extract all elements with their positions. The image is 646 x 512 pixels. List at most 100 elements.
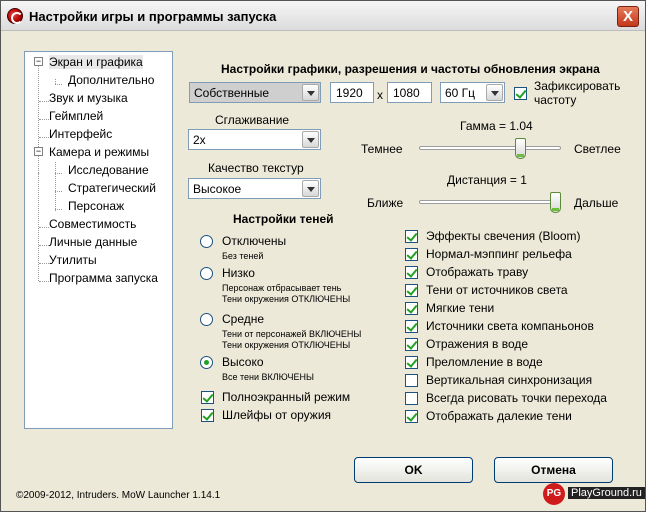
shadow-off-radio[interactable]: [200, 235, 213, 248]
shadow-high-desc: Все тени ВКЛЮЧЕНЫ: [222, 372, 314, 382]
expand-collapse-icon[interactable]: −: [34, 147, 43, 156]
light-shadows-label[interactable]: Тени от источников света: [426, 283, 568, 297]
shadow-medium-desc: Тени окружения ОТКЛЮЧЕНЫ: [222, 340, 351, 350]
tree-item-label: Программа запуска: [49, 271, 158, 285]
version-footer: ©2009-2012, Intruders. MoW Launcher 1.14…: [16, 490, 221, 501]
expand-collapse-icon[interactable]: −: [34, 57, 43, 66]
site-watermark: PG PlayGround.ru: [543, 483, 645, 505]
title-bar[interactable]: Настройки игры и программы запуска X: [1, 1, 645, 31]
shadow-low-radio[interactable]: [200, 267, 213, 280]
close-button[interactable]: X: [617, 6, 639, 27]
distance-label: Дистанция = 1: [447, 173, 527, 187]
transition-points-label[interactable]: Всегда рисовать точки перехода: [426, 391, 607, 405]
tree-item-gameplay[interactable]: Геймплей: [49, 108, 103, 124]
distance-left-label: Ближе: [367, 196, 404, 210]
tree-item-sound-music[interactable]: Звук и музыка: [49, 90, 128, 106]
bloom-checkbox[interactable]: [405, 230, 418, 243]
chevron-down-icon[interactable]: [302, 131, 319, 148]
fullscreen-checkbox[interactable]: [201, 391, 214, 404]
window-title: Настройки игры и программы запуска: [29, 9, 277, 24]
water-refraction-label[interactable]: Преломление в воде: [426, 355, 543, 369]
normal-mapping-checkbox[interactable]: [405, 248, 418, 261]
tree-item-character[interactable]: Персонаж: [68, 198, 124, 214]
tree-item-label: Утилиты: [49, 253, 97, 267]
water-refraction-checkbox[interactable]: [405, 356, 418, 369]
water-reflections-checkbox[interactable]: [405, 338, 418, 351]
gamma-slider-handle[interactable]: [515, 138, 526, 159]
light-shadows-checkbox[interactable]: [405, 284, 418, 297]
shadow-high-radio[interactable]: [200, 356, 213, 369]
shadow-off-label[interactable]: Отключены: [222, 234, 286, 248]
tree-item-exploration[interactable]: Исследование: [68, 162, 149, 178]
lock-refresh-checkbox[interactable]: [514, 87, 527, 100]
antialiasing-value: 2x: [193, 133, 206, 147]
tree-item-label: Камера и режимы: [49, 145, 150, 159]
soft-shadows-checkbox[interactable]: [405, 302, 418, 315]
tree-item-label: Личные данные: [49, 235, 138, 249]
normal-mapping-label[interactable]: Нормал-мэппинг рельефа: [426, 247, 572, 261]
shadow-medium-label[interactable]: Средне: [222, 312, 264, 326]
vsync-checkbox[interactable]: [405, 374, 418, 387]
tree-item-personal-data[interactable]: Личные данные: [49, 234, 137, 250]
gamma-slider-track[interactable]: [419, 146, 561, 150]
tree-item-screen-graphics[interactable]: Экран и графика: [49, 54, 143, 70]
soft-shadows-label[interactable]: Мягкие тени: [426, 301, 494, 315]
gamma-right-label: Светлее: [574, 142, 621, 156]
bloom-label[interactable]: Эффекты свечения (Bloom): [426, 229, 581, 243]
companion-lights-label[interactable]: Источники света компаньонов: [426, 319, 594, 333]
distance-slider-track[interactable]: [419, 200, 561, 204]
tree-item-label: Интерфейс: [49, 127, 113, 141]
grass-label[interactable]: Отображать траву: [426, 265, 528, 279]
tree-item-label: Стратегический: [68, 181, 156, 195]
transition-points-checkbox[interactable]: [405, 392, 418, 405]
gamma-label: Гамма = 1.04: [460, 119, 533, 133]
water-reflections-label[interactable]: Отражения в воде: [426, 337, 528, 351]
fullscreen-label[interactable]: Полноэкранный режим: [222, 390, 350, 404]
companion-lights-checkbox[interactable]: [405, 320, 418, 333]
settings-window: Настройки игры и программы запуска X − Э…: [0, 0, 646, 512]
resolution-mode-select[interactable]: Собственные: [189, 82, 321, 103]
height-value: 1080: [393, 86, 420, 100]
tree-item-strategic[interactable]: Стратегический: [68, 180, 156, 196]
tree-item-label: Звук и музыка: [49, 91, 128, 105]
tree-item-advanced[interactable]: Дополнительно: [68, 72, 154, 88]
ok-button[interactable]: OK: [354, 457, 473, 483]
chevron-down-icon[interactable]: [486, 84, 503, 101]
shadow-high-label[interactable]: Высоко: [222, 355, 264, 369]
tree-item-utilities[interactable]: Утилиты: [49, 252, 97, 268]
chevron-down-icon[interactable]: [302, 180, 319, 197]
distance-right-label: Дальше: [574, 196, 619, 210]
height-input[interactable]: 1080: [387, 82, 432, 103]
cancel-button[interactable]: Отмена: [494, 457, 613, 483]
texture-quality-select[interactable]: Высокое: [188, 178, 321, 199]
refresh-rate-select[interactable]: 60 Гц: [440, 82, 505, 103]
weapon-trails-checkbox[interactable]: [201, 409, 214, 422]
settings-tree[interactable]: − Экран и графика Дополнительно Звук и м…: [24, 51, 173, 429]
vsync-label[interactable]: Вертикальная синхронизация: [426, 373, 592, 387]
distant-shadows-label[interactable]: Отображать далекие тени: [426, 409, 572, 423]
chevron-down-icon[interactable]: [302, 84, 319, 101]
distance-slider-handle[interactable]: [550, 192, 561, 213]
tree-item-launcher[interactable]: Программа запуска: [49, 270, 158, 286]
antialiasing-label: Сглаживание: [215, 113, 290, 127]
gamma-left-label: Темнее: [361, 142, 403, 156]
weapon-trails-label[interactable]: Шлейфы от оружия: [222, 408, 331, 422]
shadow-medium-radio[interactable]: [200, 313, 213, 326]
grass-checkbox[interactable]: [405, 266, 418, 279]
shadows-heading: Настройки теней: [233, 212, 334, 226]
graphics-heading: Настройки графики, разрешения и частоты …: [221, 62, 600, 76]
lock-refresh-label[interactable]: Зафиксировать частоту: [534, 79, 634, 107]
texture-quality-value: Высокое: [193, 182, 242, 196]
tree-item-interface[interactable]: Интерфейс: [49, 126, 112, 142]
width-input[interactable]: 1920: [330, 82, 374, 103]
distant-shadows-checkbox[interactable]: [405, 410, 418, 423]
shadow-low-label[interactable]: Низко: [222, 266, 255, 280]
antialiasing-select[interactable]: 2x: [188, 129, 321, 150]
tree-item-label: Исследование: [68, 163, 149, 177]
tree-item-compatibility[interactable]: Совместимость: [49, 216, 136, 232]
resolution-x-label: x: [377, 88, 383, 102]
tree-item-label: Совместимость: [49, 217, 137, 231]
refresh-rate-value: 60 Гц: [445, 86, 476, 100]
tree-item-camera-modes[interactable]: Камера и режимы: [49, 144, 149, 160]
tree-item-label: Экран и графика: [49, 55, 143, 69]
